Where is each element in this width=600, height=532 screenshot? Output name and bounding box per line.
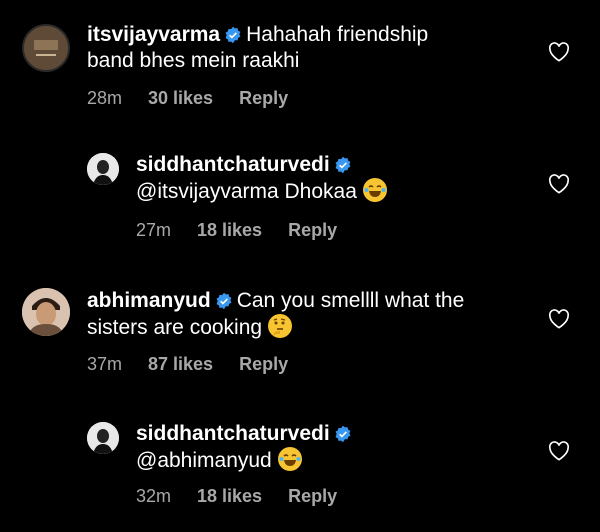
verified-badge-icon: [225, 26, 241, 44]
timestamp: 32m: [136, 486, 172, 506]
comment-body: Hahahah friendship: [246, 23, 429, 46]
comment-text: siddhantchaturvedi @abhimanyud: [136, 421, 356, 474]
reply-button[interactable]: Reply: [288, 486, 337, 506]
reply-siddhantchaturvedi: siddhantchaturvedi @itsvijayvarma Dhokaa…: [0, 130, 600, 255]
reply-siddhantchaturvedi: siddhantchaturvedi @abhimanyud 32m 18 lik…: [0, 400, 600, 532]
comment-body-line2: band bhes mein raakhi: [87, 49, 300, 72]
timestamp: 37m: [87, 354, 123, 374]
comment-body-line2: sisters are cooking: [87, 316, 263, 339]
vaaha-logo-icon: [24, 26, 68, 70]
username[interactable]: siddhantchaturvedi: [136, 153, 330, 176]
likes-count[interactable]: 87 likes: [148, 354, 213, 374]
reply-button[interactable]: Reply: [239, 88, 288, 108]
comment-body: @itsvijayvarma Dhokaa: [136, 180, 357, 203]
comment-itsvijayvarma: itsvijayvarma Hahahah friendship band bhe…: [0, 0, 600, 130]
comment-abhimanyud: abhimanyud Can you smellll what the siste…: [0, 255, 600, 400]
comment-meta: 28m 30 likes Reply: [87, 88, 314, 109]
avatar[interactable]: [22, 24, 70, 72]
comment-body: Can you smellll what the: [236, 289, 465, 312]
heart-outline-icon[interactable]: [548, 174, 570, 194]
avatar-photo-icon: [87, 153, 119, 185]
reply-button[interactable]: Reply: [288, 220, 337, 240]
heart-outline-icon[interactable]: [548, 309, 570, 329]
username[interactable]: siddhantchaturvedi: [136, 422, 330, 445]
verified-badge-icon: [216, 292, 232, 310]
comment-text: itsvijayvarma Hahahah friendship band bhe…: [87, 22, 428, 74]
avatar[interactable]: [87, 153, 119, 185]
thinking-face-icon: [268, 314, 293, 338]
likes-count[interactable]: 18 likes: [197, 220, 262, 240]
username[interactable]: itsvijayvarma: [87, 23, 220, 46]
heart-outline-icon[interactable]: [548, 42, 570, 62]
likes-count[interactable]: 30 likes: [148, 88, 213, 108]
timestamp: 27m: [136, 220, 172, 240]
timestamp: 28m: [87, 88, 123, 108]
comment-body: @abhimanyud: [136, 449, 272, 472]
reply-button[interactable]: Reply: [239, 354, 288, 374]
verified-badge-icon: [335, 425, 351, 443]
face-with-tears-of-joy-icon: [362, 178, 387, 202]
comment-meta: 32m 18 likes Reply: [136, 486, 363, 507]
avatar-photo-icon: [22, 288, 70, 336]
comment-meta: 37m 87 likes Reply: [87, 354, 314, 375]
comment-text: abhimanyud Can you smellll what the siste…: [87, 288, 464, 341]
username[interactable]: abhimanyud: [87, 289, 211, 312]
avatar[interactable]: [87, 422, 119, 454]
avatar-photo-icon: [87, 422, 119, 454]
comment-meta: 27m 18 likes Reply: [136, 220, 363, 241]
avatar[interactable]: [22, 288, 70, 336]
comment-text: siddhantchaturvedi @itsvijayvarma Dhokaa: [136, 152, 387, 205]
heart-outline-icon[interactable]: [548, 441, 570, 461]
face-with-tears-of-joy-icon: [277, 447, 302, 471]
verified-badge-icon: [335, 156, 351, 174]
likes-count[interactable]: 18 likes: [197, 486, 262, 506]
